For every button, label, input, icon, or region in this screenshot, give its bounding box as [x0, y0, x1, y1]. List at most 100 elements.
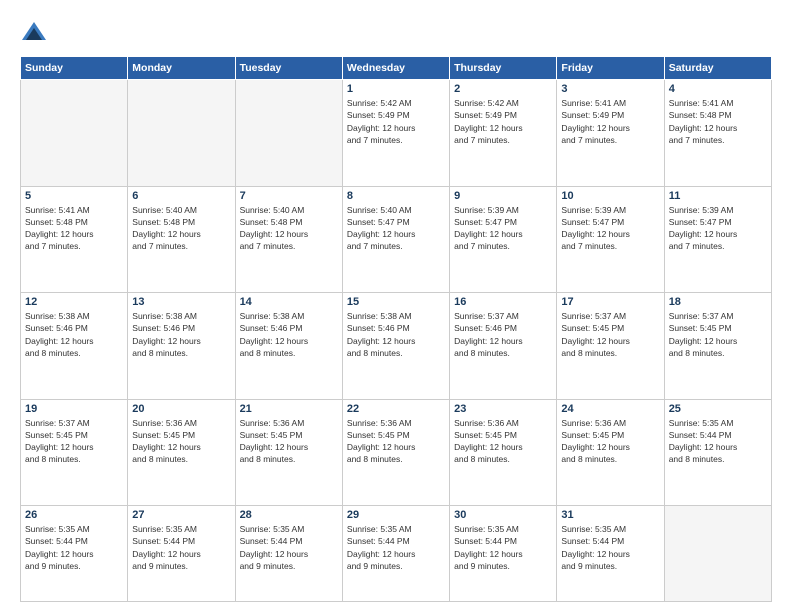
day-number: 16: [454, 296, 552, 308]
calendar-day-28: 28 Sunrise: 5:35 AM Sunset: 5:44 PM Dayli…: [235, 506, 342, 602]
day-info: Sunrise: 5:36 AM Sunset: 5:45 PM Dayligh…: [561, 417, 659, 466]
weekday-header-thursday: Thursday: [450, 57, 557, 80]
day-number: 30: [454, 509, 552, 521]
calendar-day-11: 11 Sunrise: 5:39 AM Sunset: 5:47 PM Dayli…: [664, 186, 771, 293]
day-number: 21: [240, 403, 338, 415]
day-info: Sunrise: 5:38 AM Sunset: 5:46 PM Dayligh…: [240, 310, 338, 359]
day-info: Sunrise: 5:38 AM Sunset: 5:46 PM Dayligh…: [347, 310, 445, 359]
calendar-day-25: 25 Sunrise: 5:35 AM Sunset: 5:44 PM Dayli…: [664, 399, 771, 506]
day-number: 1: [347, 83, 445, 95]
calendar-day-empty-0-0: [21, 80, 128, 187]
weekday-header-saturday: Saturday: [664, 57, 771, 80]
calendar-day-19: 19Sunrise: 5:37 AM Sunset: 5:45 PM Dayli…: [21, 399, 128, 506]
day-number: 9: [454, 190, 552, 202]
calendar-day-30: 30Sunrise: 5:35 AM Sunset: 5:44 PM Dayli…: [450, 506, 557, 602]
calendar-day-empty-0-1: [128, 80, 235, 187]
day-number: 13: [132, 296, 230, 308]
weekday-header-monday: Monday: [128, 57, 235, 80]
day-number: 10: [561, 190, 659, 202]
day-number: 31: [561, 509, 659, 521]
calendar-day-16: 16 Sunrise: 5:37 AM Sunset: 5:46 PM Dayli…: [450, 293, 557, 400]
day-info: Sunrise: 5:36 AM Sunset: 5:45 PM Dayligh…: [132, 417, 230, 466]
calendar-day-18: 18 Sunrise: 5:37 AM Sunset: 5:45 PM Dayli…: [664, 293, 771, 400]
day-number: 25: [669, 403, 767, 415]
calendar-week-5: 26 Sunrise: 5:35 AM Sunset: 5:44 PM Dayli…: [21, 506, 772, 602]
calendar-day-22: 22Sunrise: 5:36 AM Sunset: 5:45 PM Dayli…: [342, 399, 449, 506]
calendar-day-14: 14 Sunrise: 5:38 AM Sunset: 5:46 PM Dayli…: [235, 293, 342, 400]
day-info: Sunrise: 5:41 AM Sunset: 5:48 PM Dayligh…: [25, 204, 123, 253]
day-number: 11: [669, 190, 767, 202]
calendar-day-3: 3 Sunrise: 5:41 AM Sunset: 5:49 PM Daylig…: [557, 80, 664, 187]
day-number: 26: [25, 509, 123, 521]
day-info: Sunrise: 5:38 AM Sunset: 5:46 PM Dayligh…: [132, 310, 230, 359]
day-info: Sunrise: 5:41 AM Sunset: 5:48 PM Dayligh…: [669, 97, 767, 146]
calendar-day-15: 15 Sunrise: 5:38 AM Sunset: 5:46 PM Dayli…: [342, 293, 449, 400]
day-number: 14: [240, 296, 338, 308]
calendar-day-5: 5Sunrise: 5:41 AM Sunset: 5:48 PM Daylig…: [21, 186, 128, 293]
day-info: Sunrise: 5:40 AM Sunset: 5:48 PM Dayligh…: [132, 204, 230, 253]
calendar-day-20: 20 Sunrise: 5:36 AM Sunset: 5:45 PM Dayli…: [128, 399, 235, 506]
day-number: 18: [669, 296, 767, 308]
calendar-day-9: 9Sunrise: 5:39 AM Sunset: 5:47 PM Daylig…: [450, 186, 557, 293]
day-number: 17: [561, 296, 659, 308]
day-number: 15: [347, 296, 445, 308]
calendar-day-6: 6 Sunrise: 5:40 AM Sunset: 5:48 PM Daylig…: [128, 186, 235, 293]
calendar-day-13: 13 Sunrise: 5:38 AM Sunset: 5:46 PM Dayli…: [128, 293, 235, 400]
day-number: 24: [561, 403, 659, 415]
day-number: 4: [669, 83, 767, 95]
day-info: Sunrise: 5:39 AM Sunset: 5:47 PM Dayligh…: [561, 204, 659, 253]
day-number: 6: [132, 190, 230, 202]
calendar-day-10: 10 Sunrise: 5:39 AM Sunset: 5:47 PM Dayli…: [557, 186, 664, 293]
calendar-day-21: 21 Sunrise: 5:36 AM Sunset: 5:45 PM Dayli…: [235, 399, 342, 506]
day-info: Sunrise: 5:35 AM Sunset: 5:44 PM Dayligh…: [132, 523, 230, 572]
day-number: 12: [25, 296, 123, 308]
calendar-day-4: 4 Sunrise: 5:41 AM Sunset: 5:48 PM Daylig…: [664, 80, 771, 187]
day-number: 29: [347, 509, 445, 521]
calendar-week-2: 5Sunrise: 5:41 AM Sunset: 5:48 PM Daylig…: [21, 186, 772, 293]
weekday-header-friday: Friday: [557, 57, 664, 80]
calendar-day-2: 2 Sunrise: 5:42 AM Sunset: 5:49 PM Daylig…: [450, 80, 557, 187]
logo: [20, 20, 52, 48]
calendar-day-26: 26Sunrise: 5:35 AM Sunset: 5:44 PM Dayli…: [21, 506, 128, 602]
day-info: Sunrise: 5:36 AM Sunset: 5:45 PM Dayligh…: [347, 417, 445, 466]
calendar-week-1: 1 Sunrise: 5:42 AM Sunset: 5:49 PM Daylig…: [21, 80, 772, 187]
day-info: Sunrise: 5:36 AM Sunset: 5:45 PM Dayligh…: [454, 417, 552, 466]
calendar-day-12: 12 Sunrise: 5:38 AM Sunset: 5:46 PM Dayli…: [21, 293, 128, 400]
header: [20, 16, 772, 48]
day-info: Sunrise: 5:37 AM Sunset: 5:45 PM Dayligh…: [561, 310, 659, 359]
calendar-day-27: 27 Sunrise: 5:35 AM Sunset: 5:44 PM Dayli…: [128, 506, 235, 602]
calendar-day-empty-4-6: [664, 506, 771, 602]
day-number: 7: [240, 190, 338, 202]
weekday-header-sunday: Sunday: [21, 57, 128, 80]
day-info: Sunrise: 5:41 AM Sunset: 5:49 PM Dayligh…: [561, 97, 659, 146]
calendar-day-empty-0-2: [235, 80, 342, 187]
day-info: Sunrise: 5:37 AM Sunset: 5:45 PM Dayligh…: [669, 310, 767, 359]
day-info: Sunrise: 5:39 AM Sunset: 5:47 PM Dayligh…: [669, 204, 767, 253]
calendar-week-4: 19Sunrise: 5:37 AM Sunset: 5:45 PM Dayli…: [21, 399, 772, 506]
calendar-day-1: 1Sunrise: 5:42 AM Sunset: 5:49 PM Daylig…: [342, 80, 449, 187]
day-info: Sunrise: 5:35 AM Sunset: 5:44 PM Dayligh…: [240, 523, 338, 572]
day-number: 23: [454, 403, 552, 415]
page: SundayMondayTuesdayWednesdayThursdayFrid…: [0, 0, 792, 612]
day-number: 20: [132, 403, 230, 415]
day-info: Sunrise: 5:37 AM Sunset: 5:46 PM Dayligh…: [454, 310, 552, 359]
day-info: Sunrise: 5:40 AM Sunset: 5:47 PM Dayligh…: [347, 204, 445, 253]
calendar-day-17: 17 Sunrise: 5:37 AM Sunset: 5:45 PM Dayli…: [557, 293, 664, 400]
day-number: 27: [132, 509, 230, 521]
calendar-day-7: 7 Sunrise: 5:40 AM Sunset: 5:48 PM Daylig…: [235, 186, 342, 293]
day-info: Sunrise: 5:35 AM Sunset: 5:44 PM Dayligh…: [561, 523, 659, 572]
logo-icon: [20, 20, 48, 48]
day-number: 28: [240, 509, 338, 521]
day-number: 2: [454, 83, 552, 95]
day-info: Sunrise: 5:38 AM Sunset: 5:46 PM Dayligh…: [25, 310, 123, 359]
calendar-day-31: 31 Sunrise: 5:35 AM Sunset: 5:44 PM Dayli…: [557, 506, 664, 602]
calendar-day-8: 8Sunrise: 5:40 AM Sunset: 5:47 PM Daylig…: [342, 186, 449, 293]
weekday-header-row: SundayMondayTuesdayWednesdayThursdayFrid…: [21, 57, 772, 80]
day-info: Sunrise: 5:42 AM Sunset: 5:49 PM Dayligh…: [454, 97, 552, 146]
calendar-day-29: 29Sunrise: 5:35 AM Sunset: 5:44 PM Dayli…: [342, 506, 449, 602]
day-info: Sunrise: 5:40 AM Sunset: 5:48 PM Dayligh…: [240, 204, 338, 253]
day-number: 3: [561, 83, 659, 95]
day-info: Sunrise: 5:35 AM Sunset: 5:44 PM Dayligh…: [669, 417, 767, 466]
day-number: 19: [25, 403, 123, 415]
day-info: Sunrise: 5:36 AM Sunset: 5:45 PM Dayligh…: [240, 417, 338, 466]
